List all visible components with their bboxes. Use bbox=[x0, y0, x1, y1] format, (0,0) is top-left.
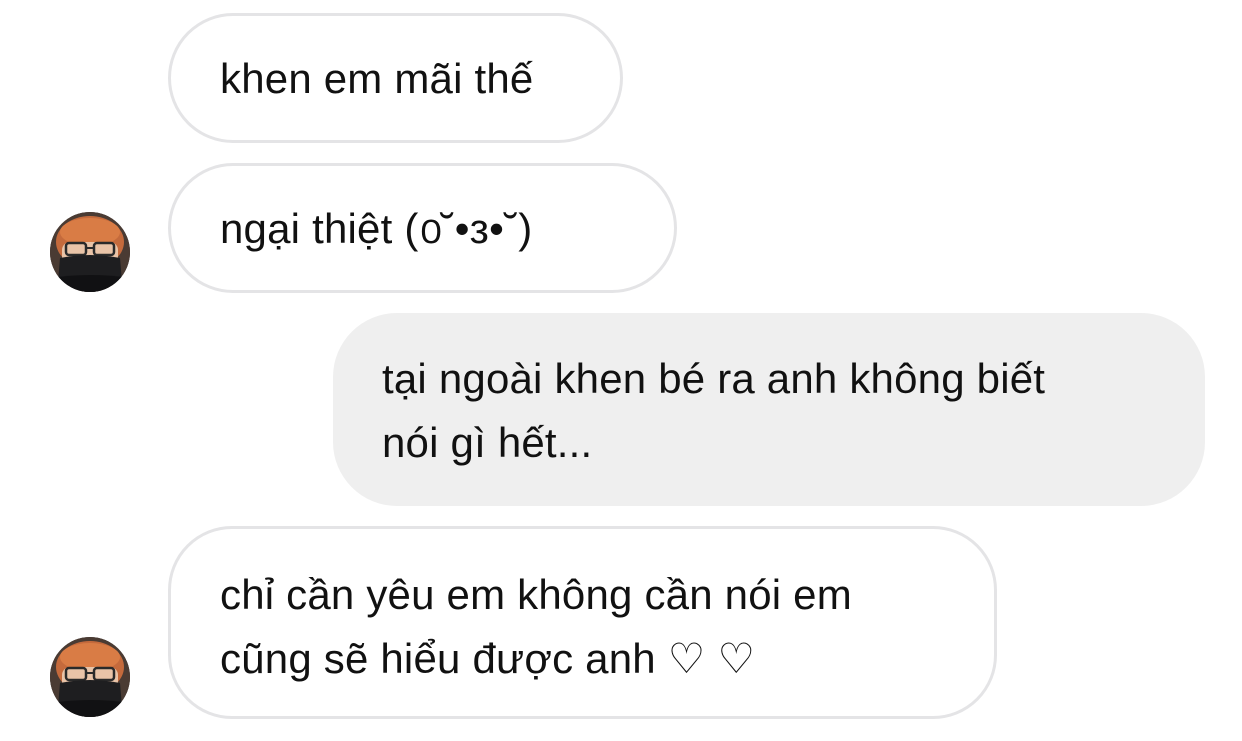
message-bubble-outgoing[interactable]: tại ngoài khen bé ra anh không biết nói … bbox=[333, 313, 1205, 506]
profile-avatar-icon bbox=[50, 212, 130, 292]
message-bubble-incoming[interactable]: chỉ cần yêu em không cần nói em cũng sẽ … bbox=[168, 526, 997, 719]
message-thread: khen em mãi thế ngại thiệt (൦˘•з•˘) tại … bbox=[0, 0, 1242, 741]
avatar[interactable] bbox=[50, 637, 130, 717]
message-text: ngại thiệt (൦˘•з•˘) bbox=[220, 205, 533, 252]
message-bubble-incoming[interactable]: khen em mãi thế bbox=[168, 13, 623, 143]
message-bubble-incoming[interactable]: ngại thiệt (൦˘•з•˘) bbox=[168, 163, 677, 293]
message-text: khen em mãi thế bbox=[220, 55, 534, 102]
message-text: tại ngoài khen bé ra anh không biết nói … bbox=[382, 355, 1046, 466]
message-text: chỉ cần yêu em không cần nói em cũng sẽ … bbox=[220, 571, 852, 682]
profile-avatar-icon bbox=[50, 637, 130, 717]
avatar[interactable] bbox=[50, 212, 130, 292]
